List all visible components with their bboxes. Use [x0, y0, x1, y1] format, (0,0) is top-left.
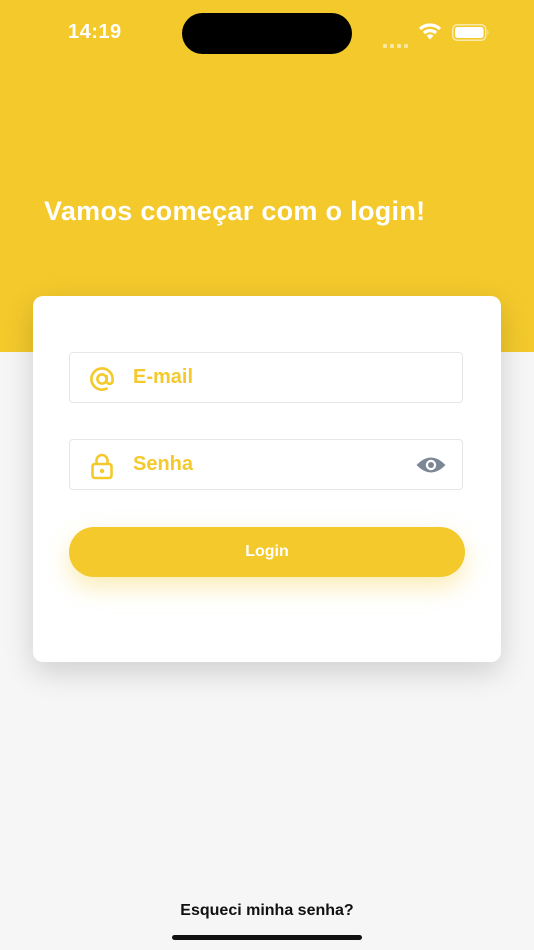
password-input[interactable]: [133, 440, 403, 488]
email-field[interactable]: [69, 352, 463, 403]
at-icon: [90, 367, 114, 391]
wifi-icon: [419, 23, 441, 40]
email-input[interactable]: [133, 353, 403, 401]
forgot-password-link[interactable]: Esqueci minha senha?: [0, 902, 534, 920]
cellular-signal-icon: [383, 35, 411, 48]
status-time: 14:19: [68, 21, 122, 43]
lock-icon: [91, 453, 113, 480]
home-indicator[interactable]: [172, 935, 362, 940]
dynamic-island: [182, 13, 352, 54]
page-title: Vamos começar com o login!: [44, 196, 426, 226]
eye-icon[interactable]: [415, 454, 447, 476]
login-button[interactable]: Login: [69, 527, 465, 577]
status-bar: 14:19: [0, 0, 534, 64]
battery-icon: [452, 24, 489, 41]
password-field[interactable]: [69, 439, 463, 490]
login-card: Login: [33, 296, 501, 662]
